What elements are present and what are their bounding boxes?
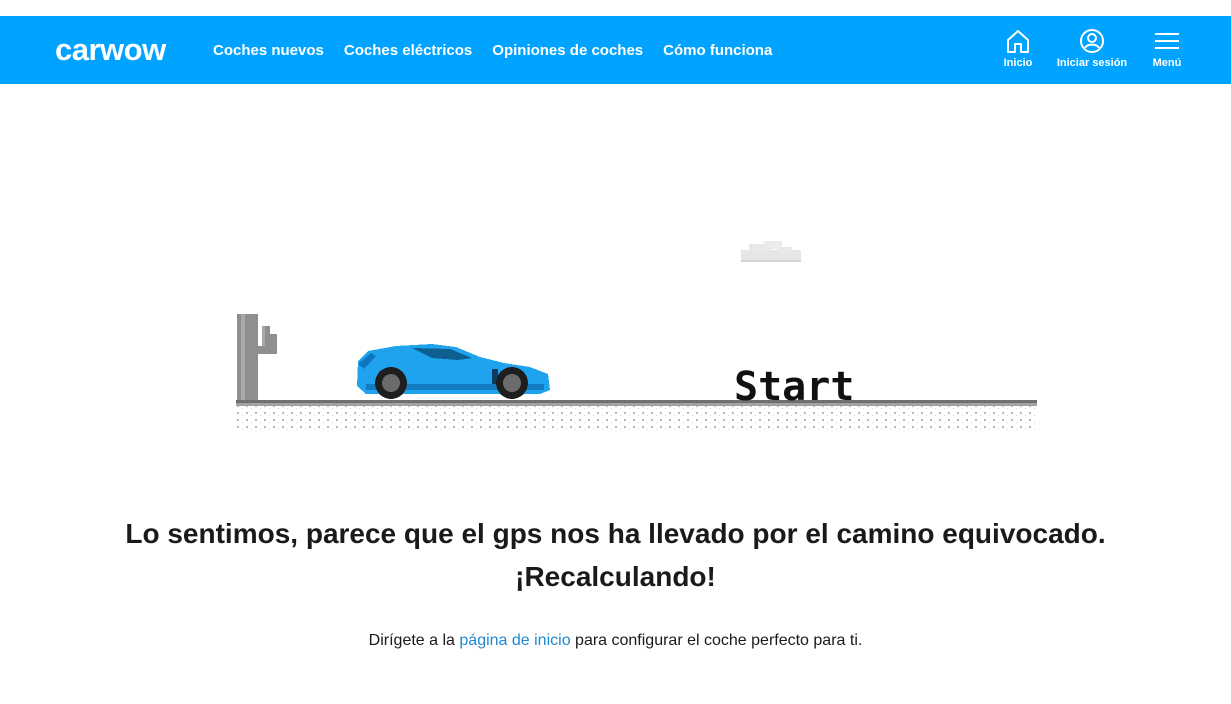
home-icon — [1007, 30, 1029, 53]
login-label: Iniciar sesión — [1056, 57, 1128, 69]
site-header: carwow Coches nuevos Coches eléctricos O… — [0, 16, 1231, 84]
cactus-icon — [237, 314, 277, 400]
carwow-logo[interactable]: carwow — [55, 30, 166, 70]
login-button[interactable]: Iniciar sesión — [1050, 28, 1134, 76]
menu-label: Menú — [1152, 57, 1182, 69]
pixel-game-scene[interactable]: Start — [236, 236, 1037, 436]
start-label[interactable]: Start — [734, 364, 854, 410]
help-prefix: Dirígete a la — [368, 632, 460, 649]
ground — [236, 400, 1037, 430]
nav-coches-nuevos[interactable]: Coches nuevos — [213, 42, 324, 59]
nav-opiniones[interactable]: Opiniones de coches — [492, 42, 643, 59]
car-icon — [357, 344, 550, 399]
main-nav: Coches nuevos Coches eléctricos Opinione… — [213, 16, 792, 84]
hamburger-icon — [1155, 33, 1179, 49]
help-text: Dirígete a la página de inicio para conf… — [0, 632, 1231, 650]
menu-button[interactable]: Menú — [1148, 28, 1186, 76]
home-button[interactable]: Inicio — [1000, 28, 1036, 76]
user-icon — [1080, 29, 1104, 53]
cloud-icon — [741, 241, 801, 262]
nav-como-funciona[interactable]: Cómo funciona — [663, 42, 772, 59]
homepage-link[interactable]: página de inicio — [459, 632, 570, 649]
help-suffix: para configurar el coche perfecto para t… — [570, 632, 863, 649]
error-line1: Lo sentimos, parece que el gps nos ha ll… — [125, 518, 1106, 549]
home-label: Inicio — [1003, 57, 1033, 69]
top-strip — [0, 0, 1231, 16]
nav-coches-electricos[interactable]: Coches eléctricos — [344, 42, 472, 59]
error-message: Lo sentimos, parece que el gps nos ha ll… — [0, 512, 1231, 598]
error-line2: ¡Recalculando! — [515, 561, 716, 592]
